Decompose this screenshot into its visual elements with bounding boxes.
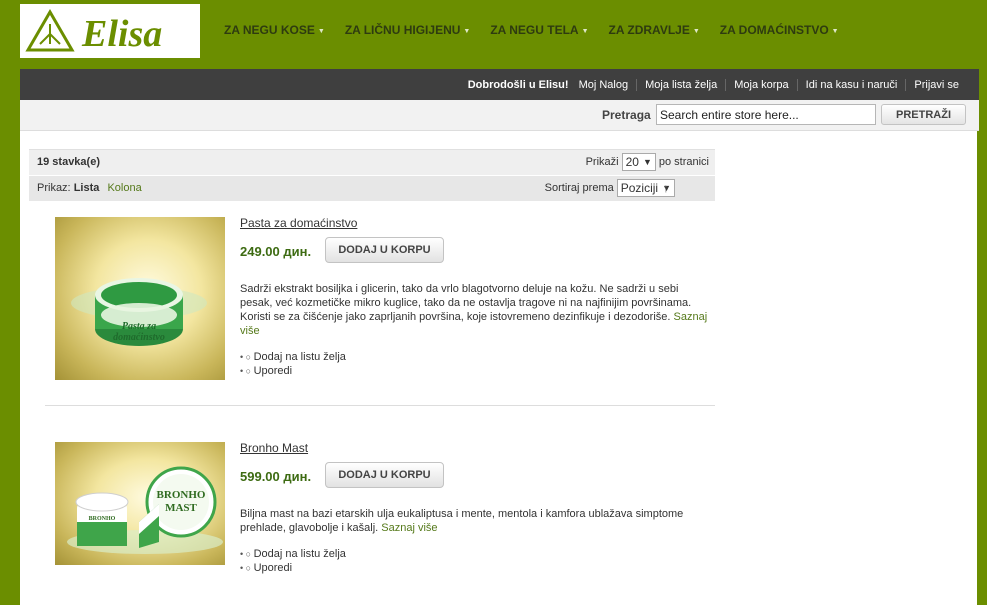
view-mode: Prikaz: Lista Kolona	[37, 182, 142, 194]
sort-direction-icon[interactable]: ↑	[663, 181, 669, 195]
list-item: Uporedi	[240, 561, 346, 575]
login-link[interactable]: Prijavi se	[905, 78, 967, 91]
list-item: Uporedi	[240, 364, 346, 378]
nav-label: ZA NEGU KOSE	[224, 23, 315, 37]
nav-hair-care[interactable]: ZA NEGU KOSE ▼	[224, 21, 325, 39]
svg-text:Elisa: Elisa	[81, 13, 162, 55]
view-list-current: Lista	[73, 182, 100, 194]
svg-text:BRONHO: BRONHO	[157, 489, 206, 501]
search-button[interactable]: PRETRAŽI	[881, 104, 966, 125]
welcome-message: Dobrodošli u Elisu!	[467, 78, 569, 91]
per-page-label: po stranici	[658, 156, 709, 168]
product-image[interactable]: Pasta za domaćinstvo	[55, 217, 225, 380]
limit-value: 20	[625, 155, 639, 169]
chevron-down-icon: ▼	[581, 28, 589, 35]
product-divider	[45, 405, 715, 406]
add-to-cart-button[interactable]: DODAJ U KORPU	[325, 462, 444, 488]
product-name-link[interactable]: Bronho Mast	[240, 441, 308, 455]
checkout-link[interactable]: Idi na kasu i naruči	[796, 78, 906, 91]
product-actions: Dodaj na listu želja Uporedi	[240, 547, 346, 575]
chevron-down-icon: ▼	[317, 28, 325, 35]
sort-by: Sortiraj prema Poziciji ▼	[545, 179, 675, 197]
read-more-link[interactable]: Saznaj više	[381, 522, 437, 534]
svg-text:domaćinstvo: domaćinstvo	[113, 332, 165, 343]
add-to-wishlist-link[interactable]: Dodaj na listu želja	[254, 548, 346, 560]
sort-label: Sortiraj prema	[544, 182, 614, 194]
limit-select[interactable]: 20 ▼	[621, 153, 656, 171]
show-label: Prikaži	[585, 156, 619, 168]
item-count: 19 stavka(e)	[37, 156, 100, 168]
nav-label: ZA LIČNU HIGIJENU	[344, 23, 461, 37]
search-bar: Pretraga PRETRAŽI	[20, 100, 979, 131]
main-nav: ZA NEGU KOSE ▼ ZA LIČNU HIGIJENU ▼ ZA NEGU…	[224, 21, 859, 39]
my-cart-link[interactable]: Moja korpa	[725, 78, 796, 91]
nav-label: ZA NEGU TELA	[490, 23, 579, 37]
svg-text:MAST: MAST	[165, 502, 197, 514]
compare-link[interactable]: Uporedi	[254, 562, 293, 574]
nav-label: ZA ZDRAVLJE	[608, 23, 690, 37]
nav-household[interactable]: ZA DOMAĆINSTVO ▼	[720, 21, 839, 39]
product-image[interactable]: BRONHO BRONHO MAST	[55, 442, 225, 565]
logo[interactable]: Elisa	[20, 4, 200, 58]
pager: 19 stavka(e) Prikaži 20 ▼ po stranici	[29, 149, 715, 176]
product-actions: Dodaj na listu želja Uporedi	[240, 350, 346, 378]
product-description: Sadrži ekstrakt bosiljka i glicerin, tak…	[240, 282, 710, 338]
account-bar: Dobrodošli u Elisu! Moj Nalog Moja lista…	[20, 69, 979, 100]
search-label: Pretraga	[602, 108, 651, 122]
description-text: Sadrži ekstrakt bosiljka i glicerin, tak…	[240, 283, 692, 323]
my-account-link[interactable]: Moj Nalog	[579, 79, 637, 91]
list-item: Dodaj na listu želja	[240, 350, 346, 364]
account-links: Dobrodošli u Elisu! Moj Nalog Moja lista…	[468, 69, 967, 100]
limiter: Prikaži 20 ▼ po stranici	[586, 153, 709, 171]
main-container: Dobrodošli u Elisu! Moj Nalog Moja lista…	[20, 69, 979, 605]
svg-text:Pasta za: Pasta za	[122, 321, 156, 332]
search-input[interactable]	[656, 104, 876, 125]
nav-body-care[interactable]: ZA NEGU TELA ▼	[490, 21, 588, 39]
chevron-down-icon: ▼	[463, 28, 471, 35]
description-text: Biljna mast na bazi etarskih ulja eukali…	[240, 508, 684, 534]
add-to-cart-button[interactable]: DODAJ U KORPU	[325, 237, 444, 263]
compare-link[interactable]: Uporedi	[254, 365, 293, 377]
list-item: Dodaj na listu želja	[240, 547, 346, 561]
my-wishlist-link[interactable]: Moja lista želja	[636, 78, 725, 91]
nav-label: ZA DOMAĆINSTVO	[719, 23, 829, 37]
product-price: 249.00 дин.	[240, 244, 312, 259]
chevron-down-icon: ▼	[692, 28, 700, 35]
product-price: 599.00 дин.	[240, 469, 312, 484]
nav-hygiene[interactable]: ZA LIČNU HIGIJENU ▼	[345, 21, 471, 39]
right-border	[977, 131, 979, 605]
sorter: Prikaz: Lista Kolona Sortiraj prema Pozi…	[29, 176, 715, 201]
view-grid-link[interactable]: Kolona	[107, 182, 141, 194]
add-to-wishlist-link[interactable]: Dodaj na listu želja	[254, 351, 346, 363]
svg-text:BRONHO: BRONHO	[89, 516, 116, 522]
chevron-down-icon: ▼	[831, 28, 839, 35]
chevron-down-icon: ▼	[642, 157, 652, 167]
product-description: Biljna mast na bazi etarskih ulja eukali…	[240, 507, 710, 535]
product-toolbar: 19 stavka(e) Prikaži 20 ▼ po stranici Pri…	[29, 149, 715, 201]
nav-health[interactable]: ZA ZDRAVLJE ▼	[609, 21, 700, 39]
product-name-link[interactable]: Pasta za domaćinstvo	[240, 216, 357, 230]
sort-value: Poziciji	[620, 181, 659, 195]
view-label: Prikaz:	[37, 182, 71, 194]
